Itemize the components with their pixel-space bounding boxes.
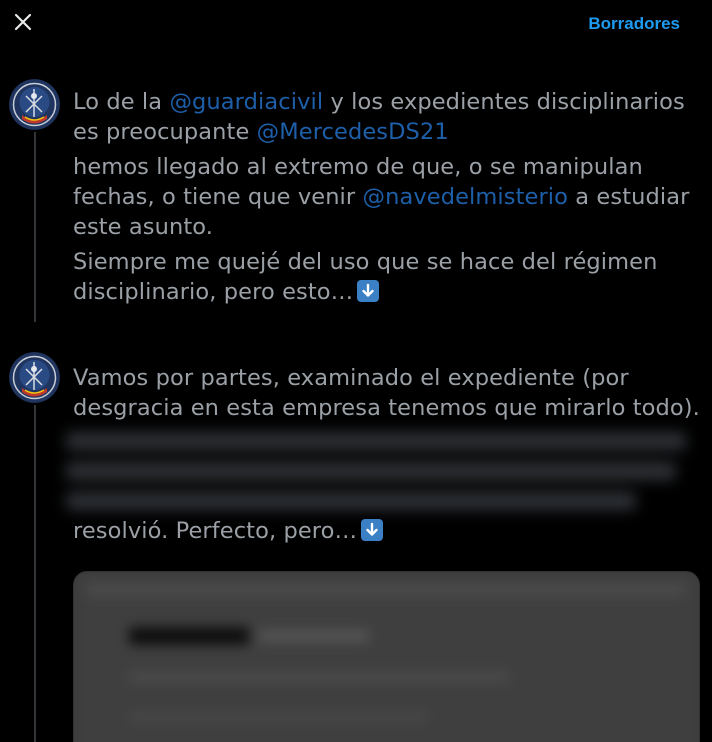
tweet-2-paragraph-1: Vamos por partes, examinado el expedient…: [73, 365, 700, 421]
compose-thread-screen: Borradores Lo de la @guardiacivil y los …: [0, 0, 712, 742]
close-icon: [14, 13, 32, 35]
media-attachment[interactable]: [73, 571, 700, 742]
avatar: [9, 352, 60, 403]
tweet-2-text-end: resolvió. Perfecto, pero…: [73, 516, 703, 551]
thread-connector: [34, 405, 36, 742]
tweet-2-paragraph-end: resolvió. Perfecto, pero…: [73, 516, 703, 546]
redacted-line: [66, 432, 686, 450]
redacted-line: [66, 462, 676, 480]
text-segment: resolvió. Perfecto, pero…: [73, 518, 358, 544]
tweet-1-paragraph-3: Siempre me quejé del uso que se hace del…: [73, 247, 703, 307]
tweet-1-text[interactable]: Lo de la @guardiacivil y los expedientes…: [73, 87, 703, 312]
tweet-2-text[interactable]: Vamos por partes, examinado el expedient…: [73, 363, 703, 428]
down-arrow-icon: [357, 280, 380, 302]
drafts-button[interactable]: Borradores: [588, 14, 680, 34]
avatar: [9, 79, 60, 130]
thread-connector: [34, 132, 36, 322]
tweet-1-paragraph-2: hemos llegado al extremo de que, o se ma…: [73, 152, 703, 242]
redacted-text: [62, 426, 694, 518]
text-segment: Lo de la: [73, 89, 170, 115]
mention-guardiacivil[interactable]: @guardiacivil: [169, 89, 323, 115]
down-arrow-icon: [361, 519, 384, 541]
tweet-1-paragraph-1: Lo de la @guardiacivil y los expedientes…: [73, 87, 703, 147]
blurred-image: [74, 572, 699, 742]
redacted-line: [66, 492, 636, 510]
mention-mercedesds21[interactable]: @MercedesDS21: [257, 119, 449, 145]
mention-navedelmisterio[interactable]: @navedelmisterio: [363, 184, 569, 210]
close-button[interactable]: [8, 9, 38, 39]
